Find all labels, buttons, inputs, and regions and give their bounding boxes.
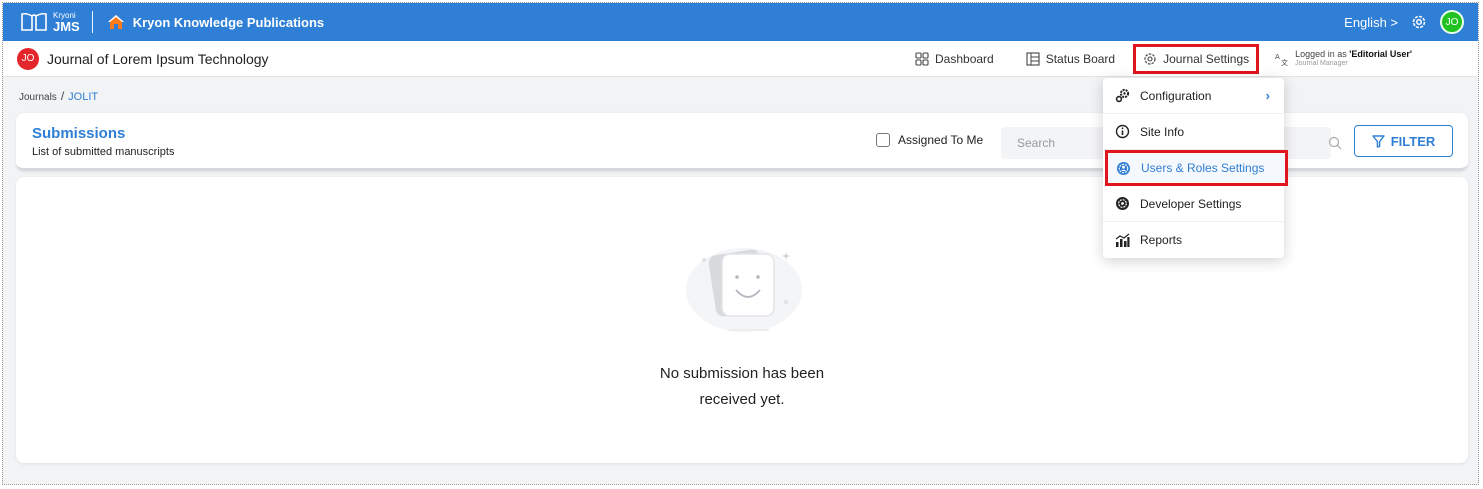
menu-item-site-info-label: Site Info [1140, 124, 1185, 139]
app-frame: Kryoni JMS Kryon Knowledge Publications … [2, 2, 1479, 485]
info-icon [1115, 124, 1130, 139]
assigned-label: Assigned To Me [898, 133, 984, 147]
search-icon[interactable] [1328, 136, 1342, 150]
menu-item-reports-label: Reports [1140, 233, 1183, 247]
page-subtitle: List of submitted manuscripts [32, 146, 175, 158]
menu-item-site-info[interactable]: Site Info [1103, 114, 1284, 150]
assigned-to-me-toggle[interactable]: Assigned To Me [876, 133, 983, 147]
nav-status-board-label: Status Board [1045, 52, 1116, 66]
filter-label: FILTER [1390, 133, 1436, 149]
page-title: Submissions [32, 125, 126, 142]
breadcrumb-journals[interactable]: Journals [19, 92, 57, 103]
configuration-icon [1115, 88, 1130, 103]
journal-settings-menu: Configuration › Site Info Users & Roles … [1103, 78, 1288, 258]
nav-status-board[interactable]: Status Board [1026, 52, 1115, 66]
translate-icon: A 文 [1275, 53, 1288, 66]
book-logo-icon [21, 12, 47, 31]
nav-dashboard-label: Dashboard [935, 52, 994, 66]
svg-text:文: 文 [1281, 58, 1288, 66]
nav-dashboard[interactable]: Dashboard [915, 52, 994, 66]
filter-button[interactable]: FILTER [1354, 125, 1453, 157]
logged-in-prefix: Logged in as [1295, 49, 1350, 60]
gear-icon[interactable] [1410, 13, 1428, 31]
user-avatar[interactable]: JO [1440, 10, 1464, 34]
journal-bar: JO Journal of Lorem Ipsum Technology Das… [3, 41, 1478, 77]
publisher-title[interactable]: Kryon Knowledge Publications [133, 15, 324, 30]
board-icon [1026, 52, 1040, 66]
grid-icon [915, 52, 929, 66]
user-role: Journal Manager [1295, 60, 1348, 68]
home-icon [107, 15, 124, 29]
settings-gear-icon [1144, 53, 1156, 65]
menu-item-configuration-label: Configuration [1140, 88, 1212, 103]
empty-state-line-1: No submission has been [659, 365, 825, 382]
app-logo[interactable]: Kryoni JMS [19, 11, 80, 33]
empty-state-line-2: received yet. [699, 391, 785, 408]
menu-item-configuration[interactable]: Configuration › [1103, 78, 1284, 114]
menu-item-users-roles-label: Users & Roles Settings [1141, 161, 1265, 175]
breadcrumb-separator: / [60, 89, 65, 103]
users-roles-icon [1117, 161, 1130, 175]
journal-title: Journal of Lorem Ipsum Technology [47, 50, 269, 67]
logged-in-user: 'Editorial User' [1349, 49, 1413, 60]
menu-item-developer-settings[interactable]: Developer Settings [1103, 186, 1284, 222]
reports-icon [1115, 233, 1130, 247]
developer-icon [1116, 197, 1129, 210]
svg-text:A: A [1275, 53, 1280, 61]
breadcrumb: Journals / JOLIT [19, 89, 98, 103]
breadcrumb-current: JOLIT [68, 91, 99, 103]
filter-icon [1372, 134, 1385, 148]
menu-item-users-roles-settings[interactable]: Users & Roles Settings [1105, 150, 1288, 186]
top-bar: Kryoni JMS Kryon Knowledge Publications … [3, 3, 1478, 41]
menu-item-developer-settings-label: Developer Settings [1140, 196, 1242, 211]
menu-item-reports[interactable]: Reports [1103, 222, 1284, 258]
divider [91, 11, 93, 33]
logo-big-text: JMS [53, 18, 80, 34]
empty-state-message: No submission has been received yet. [592, 361, 892, 413]
journal-avatar: JO [17, 47, 39, 70]
empty-state-illustration [686, 248, 802, 332]
nav-journal-settings[interactable]: Journal Settings [1133, 44, 1260, 74]
journal-nav: Dashboard Status Board Journal Settings [915, 41, 1412, 77]
chevron-right-icon: › [1265, 88, 1270, 103]
user-info[interactable]: A 文 Logged in as 'Editorial User' Journa… [1275, 49, 1413, 68]
nav-journal-settings-label: Journal Settings [1163, 52, 1250, 66]
language-selector[interactable]: English > [1344, 15, 1398, 30]
assigned-checkbox[interactable] [876, 133, 890, 147]
